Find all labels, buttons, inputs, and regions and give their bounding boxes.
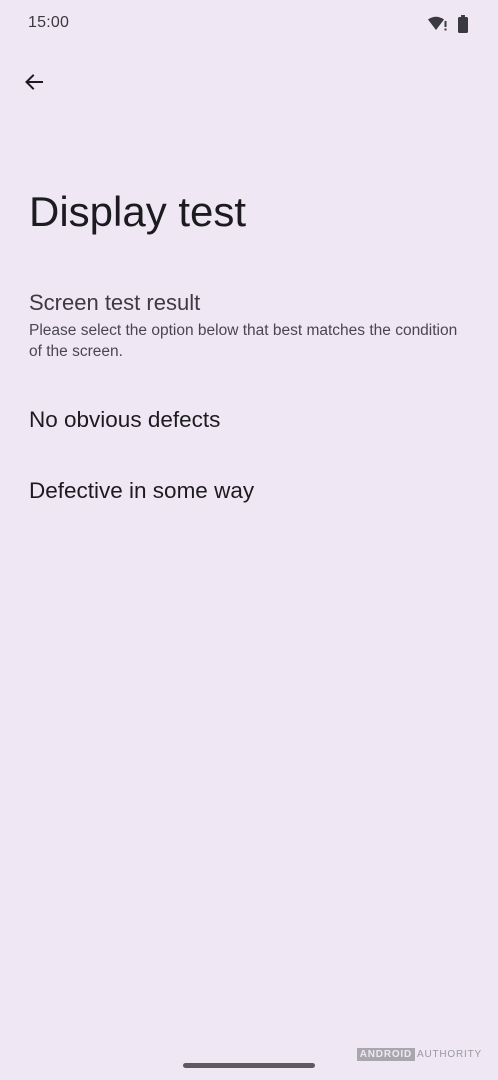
option-defective[interactable]: Defective in some way xyxy=(0,461,498,521)
battery-icon xyxy=(458,15,468,33)
arrow-left-icon xyxy=(22,70,46,99)
section-description: Please select the option below that best… xyxy=(29,322,458,360)
option-no-obvious-defects[interactable]: No obvious defects xyxy=(0,390,498,450)
page-title: Display test xyxy=(29,188,247,235)
wifi-alert-icon xyxy=(428,16,448,32)
option-label: Defective in some way xyxy=(29,478,255,503)
watermark-part1: ANDROID xyxy=(356,1048,416,1061)
status-bar: 15:00 xyxy=(0,0,498,48)
option-label: No obvious defects xyxy=(29,407,221,432)
watermark-part2: AUTHORITY xyxy=(417,1049,482,1060)
status-icons xyxy=(428,15,468,33)
home-indicator[interactable] xyxy=(183,1063,315,1068)
back-button[interactable] xyxy=(14,64,54,104)
section-title: Screen test result xyxy=(29,290,201,315)
watermark: ANDROID AUTHORITY xyxy=(356,1048,482,1061)
status-time: 15:00 xyxy=(28,14,70,31)
